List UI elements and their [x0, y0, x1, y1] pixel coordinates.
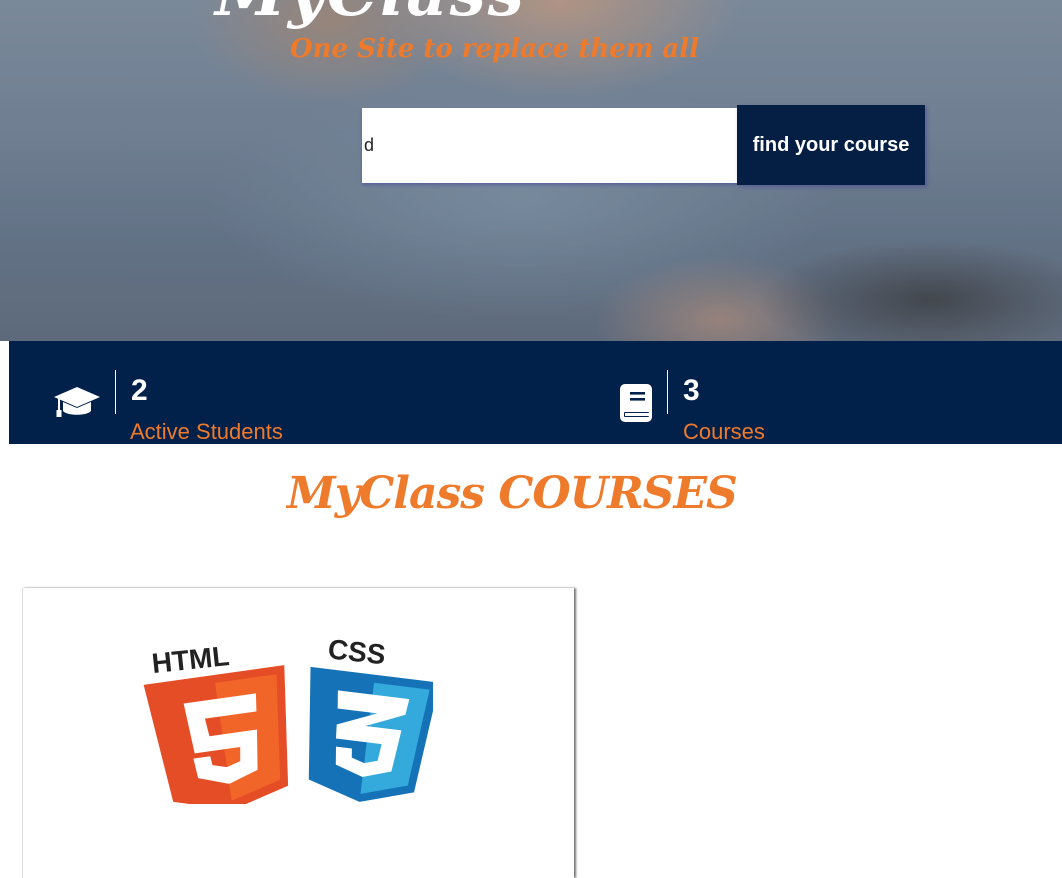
html-logo-text: HTML — [150, 640, 231, 679]
stat-label: Courses — [683, 419, 765, 444]
hero-title: MyClass — [215, 0, 526, 31]
stat-value: 2 — [131, 374, 148, 407]
stat-divider — [115, 370, 116, 414]
stat-label: Active Students — [130, 419, 283, 444]
stats-bar: 2 Active Students 3 Courses — [9, 341, 1062, 444]
stat-value: 3 — [683, 374, 700, 407]
stat-courses: 3 Courses — [549, 341, 1062, 444]
hero-banner: MyClass One Site to replace them all fin… — [0, 0, 1062, 341]
stat-divider — [667, 370, 668, 414]
search-input[interactable] — [362, 108, 737, 183]
courses-section-title: MyClass COURSES — [287, 468, 738, 519]
course-card[interactable]: HTML CSS — [22, 588, 574, 878]
book-icon — [619, 383, 653, 428]
stat-active-students: 2 Active Students — [9, 341, 549, 444]
css-logo-text: CSS — [327, 633, 388, 670]
find-course-button[interactable]: find your course — [737, 105, 925, 185]
html5-css3-logo-icon: HTML CSS — [143, 632, 440, 810]
graduation-cap-icon — [53, 385, 101, 424]
hero-tagline: One Site to replace them all — [290, 34, 699, 64]
